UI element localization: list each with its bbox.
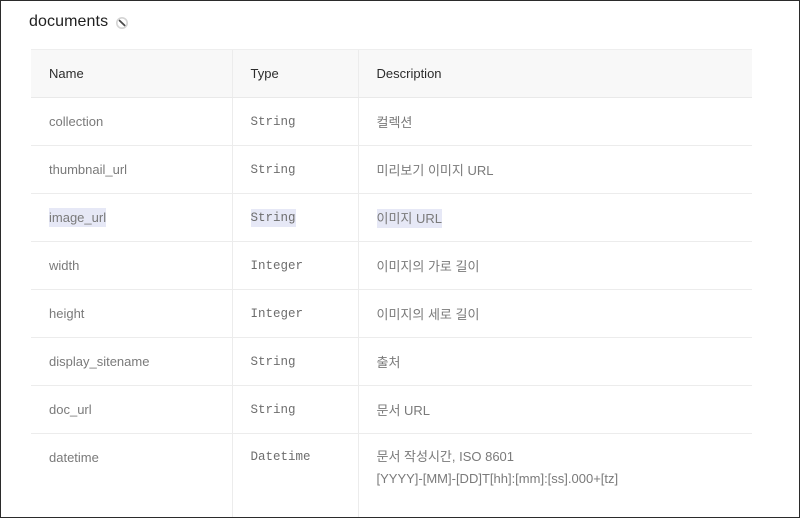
cell-name: doc_url [31,385,232,434]
cell-description: 출처 [357,337,752,386]
cell-type: Integer [231,241,358,290]
cell-name: height [31,289,232,338]
selected-text: String [250,208,296,227]
column-header-name: Name [31,49,232,98]
section-title: documents [29,13,109,30]
section-heading: documents [29,10,129,34]
cell-type: String [231,145,358,194]
cell-name: datetime [31,433,232,517]
cell-description: 컬렉션 [357,97,752,146]
cell-type: String [231,385,358,434]
table-row: datetime Datetime 문서 작성시간, ISO 8601 [YYY… [31,433,752,517]
cell-description: 문서 작성시간, ISO 8601 [YYYY]-[MM]-[DD]T[hh]:… [357,433,752,517]
cell-description: 이미지 URL [357,193,752,242]
page-frame: documents Name Type Description collecti… [0,0,800,518]
cell-type: String [231,97,358,146]
link-icon[interactable] [115,16,129,30]
table-row-selected: image_url String 이미지 URL [31,193,752,242]
cell-name: width [31,241,232,290]
table-header-row: Name Type Description [31,49,752,98]
cell-name: display_sitename [31,337,232,386]
table-row: height Integer 이미지의 세로 길이 [31,289,752,338]
table-row: collection String 컬렉션 [31,97,752,146]
cell-description: 미리보기 이미지 URL [357,145,752,194]
column-header-type: Type [231,49,358,98]
table-row: display_sitename String 출처 [31,337,752,386]
selected-text: image_url [49,208,107,227]
cell-type: Datetime [231,433,358,517]
selected-text: 이미지 URL [376,209,442,228]
cell-name: collection [31,97,232,146]
cell-description: 이미지의 세로 길이 [357,289,752,338]
description-format-line: [YYYY]-[MM]-[DD]T[hh]:[mm]:[ss].000+[tz] [376,471,619,486]
cell-description: 문서 URL [357,385,752,434]
cell-name: image_url [31,193,232,242]
table-row: doc_url String 문서 URL [31,385,752,434]
cell-type: Integer [231,289,358,338]
cell-name: thumbnail_url [31,145,232,194]
cell-description: 이미지의 가로 길이 [357,241,752,290]
documents-table: Name Type Description collection String … [31,49,752,517]
column-header-description: Description [357,49,752,98]
table-row: width Integer 이미지의 가로 길이 [31,241,752,290]
cell-type: String [231,193,358,242]
description-line: 문서 작성시간, ISO 8601 [376,449,515,464]
table-row: thumbnail_url String 미리보기 이미지 URL [31,145,752,194]
cell-type: String [231,337,358,386]
